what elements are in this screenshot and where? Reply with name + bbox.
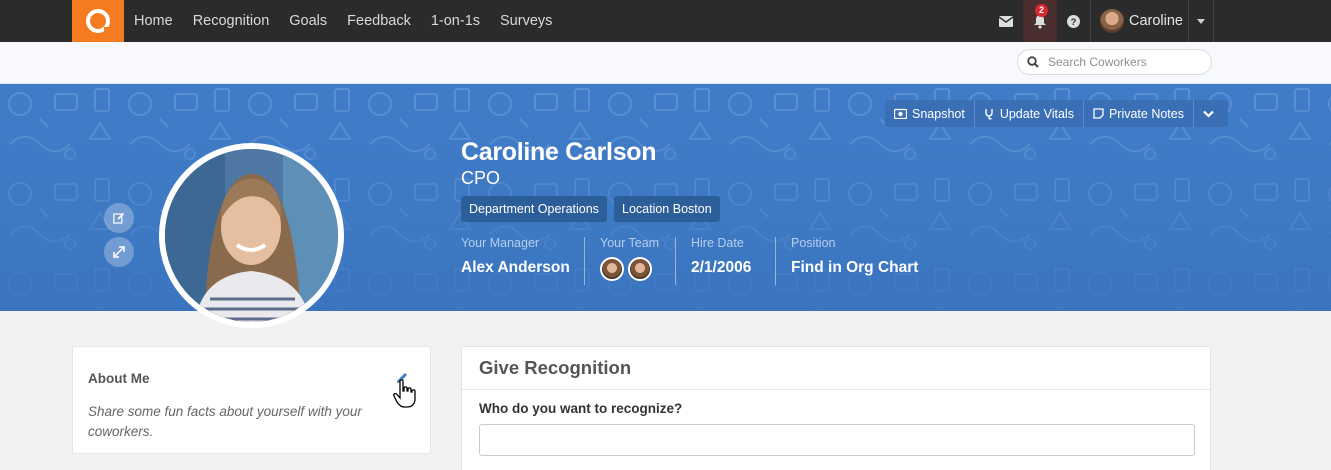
snapshot-button[interactable]: Snapshot: [885, 100, 975, 127]
notification-badge: 2: [1035, 4, 1048, 17]
user-menu[interactable]: Caroline: [1090, 0, 1188, 42]
edit-profile-button[interactable]: [104, 203, 134, 233]
nav-recognition[interactable]: Recognition: [183, 0, 280, 42]
team-label: Your Team: [600, 236, 660, 250]
profile-title: CPO: [461, 168, 501, 188]
chevron-down-icon: [1203, 110, 1214, 118]
nav-goals[interactable]: Goals: [279, 0, 337, 42]
manager-info: Your Manager Alex Anderson: [461, 236, 570, 277]
hire-date-label: Hire Date: [691, 236, 744, 250]
profile-portrait: [165, 149, 338, 322]
search-box[interactable]: [1017, 49, 1212, 75]
recognize-coworker-input[interactable]: [479, 424, 1195, 456]
about-me-title: About Me: [88, 371, 150, 386]
update-vitals-button[interactable]: Update Vitals: [975, 100, 1084, 127]
edit-icon: [113, 212, 125, 224]
nav-home[interactable]: Home: [124, 0, 183, 42]
note-icon: [1093, 108, 1104, 119]
give-recognition-card: Give Recognition Who do you want to reco…: [461, 346, 1211, 470]
about-me-text: Share some fun facts about yourself with…: [88, 404, 362, 439]
org-chart-link[interactable]: Find in Org Chart: [791, 259, 918, 277]
nav-surveys[interactable]: Surveys: [490, 0, 562, 42]
about-me-card: About Me Share some fun facts about your…: [72, 346, 431, 454]
search-strip: [0, 42, 1331, 84]
give-recognition-title: Give Recognition: [462, 347, 1210, 390]
nav-1on1s[interactable]: 1-on-1s: [421, 0, 490, 42]
profile-name: Caroline Carlson: [461, 138, 657, 166]
expand-icon: [113, 246, 125, 258]
divider: [675, 237, 676, 285]
team-member-avatar[interactable]: [628, 257, 652, 281]
position-info: Position Find in Org Chart: [791, 236, 918, 277]
stethoscope-icon: [985, 108, 993, 120]
profile-toolbar: Snapshot Update Vitals Private Notes: [885, 100, 1228, 127]
private-notes-button[interactable]: Private Notes: [1084, 100, 1194, 127]
mail-icon[interactable]: [992, 0, 1020, 42]
help-icon[interactable]: ?: [1062, 0, 1084, 42]
notifications-button[interactable]: 2: [1023, 0, 1057, 42]
more-actions-button[interactable]: [1194, 100, 1228, 127]
profile-photo: [159, 143, 344, 328]
position-label: Position: [791, 236, 836, 250]
team-info: Your Team: [600, 236, 659, 250]
search-icon: [1027, 56, 1039, 68]
top-navbar: Home Recognition Goals Feedback 1-on-1s …: [0, 0, 1331, 42]
app-logo[interactable]: [72, 0, 124, 42]
hire-date-value: 2/1/2006: [691, 259, 752, 276]
hand-cursor-icon: [393, 379, 416, 408]
manager-value[interactable]: Alex Anderson: [461, 259, 570, 277]
manager-label: Your Manager: [461, 236, 540, 250]
department-tag[interactable]: Department Operations: [461, 196, 607, 222]
user-avatar: [1100, 9, 1124, 33]
user-menu-toggle[interactable]: [1188, 0, 1214, 42]
location-tag[interactable]: Location Boston: [614, 196, 720, 222]
expand-button[interactable]: [104, 237, 134, 267]
main-nav: Home Recognition Goals Feedback 1-on-1s …: [124, 0, 562, 42]
search-coworkers-input[interactable]: [1048, 55, 1198, 69]
hire-date-info: Hire Date 2/1/2006: [691, 236, 751, 277]
private-notes-label: Private Notes: [1108, 106, 1184, 121]
snapshot-label: Snapshot: [912, 106, 965, 121]
chevron-down-icon: [1197, 18, 1205, 24]
user-name: Caroline: [1129, 13, 1183, 29]
nav-feedback[interactable]: Feedback: [337, 0, 421, 42]
camera-icon: [894, 108, 907, 119]
update-vitals-label: Update Vitals: [999, 106, 1074, 121]
recognize-question-label: Who do you want to recognize?: [479, 401, 683, 416]
team-member-avatar[interactable]: [600, 257, 624, 281]
svg-text:?: ?: [1070, 17, 1076, 28]
divider: [775, 237, 776, 285]
divider: [584, 237, 585, 285]
